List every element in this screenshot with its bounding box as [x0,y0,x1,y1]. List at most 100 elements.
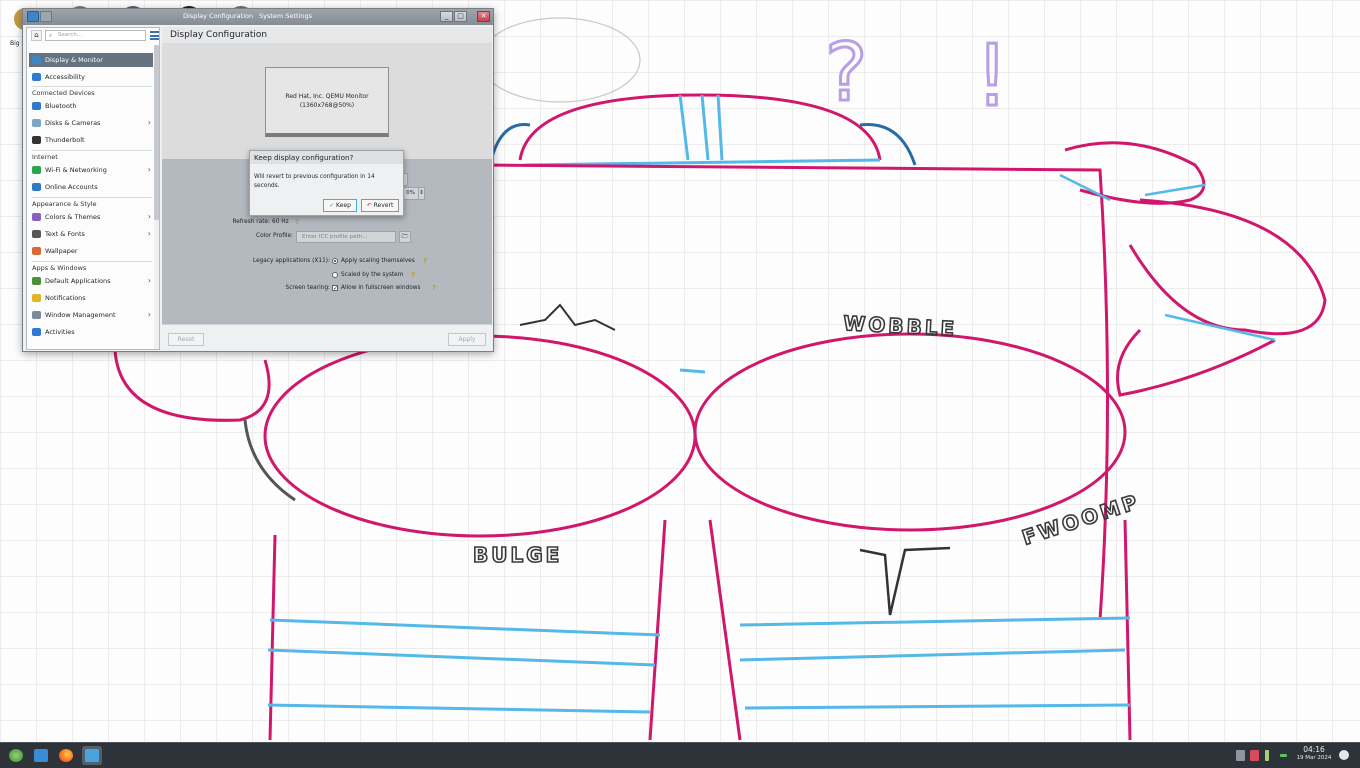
sidebar-divider [32,261,152,262]
network-icon [32,166,41,174]
chevron-right-icon: › [147,212,151,221]
wallpaper-question-mark: ? [825,26,867,119]
browse-folder-button[interactable]: 🗁 [399,231,411,243]
search-input[interactable]: ⌕ Search... [45,30,146,41]
monitor-mode: (1360x768@50%) [299,102,355,109]
monitor-icon [32,56,41,64]
scale-stepper[interactable]: ⇕ [418,187,425,200]
check-icon: ✓ [329,202,337,209]
screen-tearing-label: Screen tearing: [285,285,330,291]
sidebar-item-display-monitor[interactable]: Display & Monitor [29,53,153,67]
sidebar-item-default-applications[interactable]: Default Applications › [29,274,153,288]
monitor-preview[interactable]: Red Hat, Inc. QEMU Monitor (1360x768@50%… [265,67,389,137]
pin-icon[interactable] [40,11,52,22]
legacy-apply-themselves-radio[interactable] [332,258,338,264]
application-launcher-icon[interactable] [6,746,26,765]
system-settings-icon[interactable] [82,746,102,765]
wallpaper-word-bulge: BULGE [473,543,562,567]
show-desktop-icon[interactable] [1339,750,1349,760]
sidebar-item-disks-cameras[interactable]: Disks & Cameras › [29,116,153,130]
reset-button[interactable]: Reset [168,333,204,346]
revert-button[interactable]: ↶ Revert [361,199,399,212]
sidebar-section-heading: Appearance & Style [32,200,97,208]
firefox-icon[interactable] [56,746,76,765]
hamburger-menu-icon[interactable] [150,31,159,40]
bluetooth-icon [32,102,41,110]
sidebar-item-label: Activities [45,328,75,336]
sidebar-divider [32,197,152,198]
tab-system-settings[interactable]: System Settings [259,12,312,20]
colors-icon [32,213,41,221]
sidebar-item-label: Wallpaper [45,247,78,255]
settings-sidebar: ⌂ ⌕ Search... Display & Monitor Accessibi… [26,27,160,350]
sidebar-section-heading: Connected Devices [32,89,95,97]
scrollbar-thumb[interactable] [154,45,159,220]
legacy-scaled-by-system-radio[interactable] [332,272,338,278]
sidebar-item-wallpaper[interactable]: Wallpaper [29,244,153,258]
sidebar-item-label: Bluetooth [45,102,77,110]
refresh-rate-value: 60 Hz [272,219,289,225]
sidebar-item-label: Disks & Cameras [45,119,101,127]
monitor-arrangement-area: Red Hat, Inc. QEMU Monitor (1360x768@50%… [162,43,492,159]
allow-tearing-label: Allow in fullscreen windows [341,285,421,291]
home-icon[interactable]: ⌂ [31,30,42,41]
battery-icon[interactable] [1265,750,1269,761]
sidebar-item-window-management[interactable]: Window Management › [29,308,153,322]
sidebar-scrollbar[interactable] [154,45,159,349]
clock-date: 19 Mar 2024 [1296,755,1332,761]
clock[interactable]: 04:16 19 Mar 2024 [1294,745,1334,762]
maximize-button[interactable]: □ [454,11,467,22]
keep-button[interactable]: ✓ Keep [323,199,357,212]
sidebar-item-label: Thunderbolt [45,136,85,144]
keep-display-dialog: Keep display configuration? Will revert … [249,150,404,216]
help-icon[interactable]: ? [432,284,436,292]
accessibility-icon [32,73,41,81]
bell-icon [32,294,41,302]
sidebar-item-text-fonts[interactable]: Text & Fonts › [29,227,153,241]
allow-tearing-checkbox[interactable]: ✓ [332,285,338,292]
chevron-right-icon: › [147,118,151,127]
clipboard-icon[interactable] [1236,750,1245,761]
sidebar-item-label: Wi-Fi & Networking [45,166,107,174]
sidebar-item-notifications[interactable]: Notifications [29,291,153,305]
sidebar-item-colors-themes[interactable]: Colors & Themes › [29,210,153,224]
file-manager-icon[interactable] [31,746,51,765]
sidebar-item-thunderbolt[interactable]: Thunderbolt [29,133,153,147]
color-profile-label: Color Profile: [256,233,293,239]
sidebar-item-activities[interactable]: Activities [29,325,153,339]
legacy-apply-themselves-label: Apply scaling themselves [341,258,415,264]
apply-button[interactable]: Apply [448,333,486,346]
tab-display-configuration[interactable]: Display Configuration [183,12,253,20]
network-status-icon[interactable] [1250,750,1259,761]
sidebar-item-label: Accessibility [45,73,85,81]
help-icon[interactable]: ? [423,257,427,265]
help-icon[interactable]: ? [411,271,415,279]
fonts-icon [32,230,41,238]
settings-footer: Reset Apply [162,324,492,350]
window-titlebar[interactable]: Display Configuration System Settings _ … [23,9,493,25]
activities-icon [32,328,41,336]
color-profile-placeholder: Enter ICC profile path... [302,234,368,240]
sidebar-item-bluetooth[interactable]: Bluetooth [29,99,153,113]
default-apps-icon [32,277,41,285]
close-button[interactable]: ✕ [477,11,490,22]
updates-icon[interactable] [1280,754,1287,757]
legacy-scaled-by-system-label: Scaled by the system [341,272,404,278]
legacy-apps-label: Legacy applications (X11): [252,258,330,264]
monitor-name: Red Hat, Inc. QEMU Monitor [285,93,369,100]
window-management-icon [32,311,41,319]
dialog-title: Keep display configuration? [250,151,403,164]
sidebar-section-heading: Apps & Windows [32,264,87,272]
sidebar-item-wi-fi-networking[interactable]: Wi-Fi & Networking › [29,163,153,177]
revert-icon: ↶ [366,202,374,209]
chevron-right-icon: › [147,310,151,319]
sidebar-item-online-accounts[interactable]: Online Accounts [29,180,153,194]
help-icon[interactable]: ? [295,218,299,226]
sidebar-item-label: Colors & Themes [45,213,101,221]
sidebar-item-label: Text & Fonts [45,230,85,238]
sidebar-section-heading: Internet [32,153,58,161]
color-profile-input[interactable]: Enter ICC profile path... [296,231,396,243]
minimize-button[interactable]: _ [440,11,453,22]
sidebar-item-accessibility[interactable]: Accessibility [29,70,153,84]
disks-icon [32,119,41,127]
